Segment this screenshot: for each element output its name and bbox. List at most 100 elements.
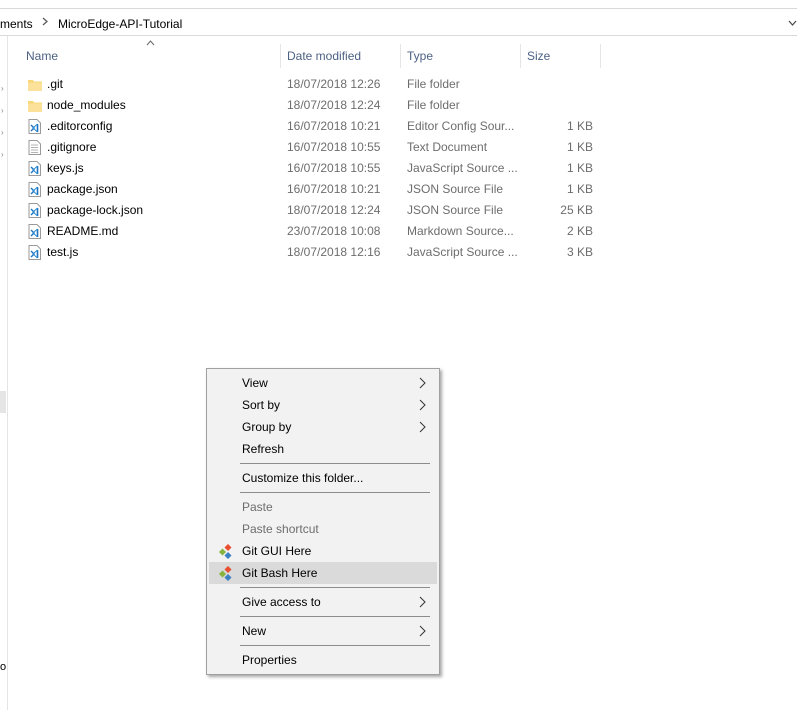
file-row[interactable]: test.js 18/07/2018 12:16 JavaScript Source… xyxy=(26,242,601,263)
menu-item-label: Sort by xyxy=(242,398,281,412)
address-bar[interactable]: ments MicroEdge-API-Tutorial xyxy=(0,14,797,36)
file-date-modified: 18/07/2018 12:16 xyxy=(287,245,381,259)
menu-item-new[interactable]: New xyxy=(209,620,437,642)
breadcrumb-current[interactable]: MicroEdge-API-Tutorial xyxy=(58,17,182,31)
menu-item-customize-folder[interactable]: Customize this folder... xyxy=(209,467,437,489)
submenu-chevron-icon xyxy=(417,394,429,416)
text-file-icon xyxy=(28,140,42,155)
vscode-file-icon xyxy=(28,119,42,134)
file-name: keys.js xyxy=(47,161,84,175)
git-logo-icon xyxy=(218,543,233,560)
submenu-chevron-icon xyxy=(417,416,429,438)
folder-icon xyxy=(28,77,42,92)
file-name: test.js xyxy=(47,245,79,259)
menu-item-view[interactable]: View xyxy=(209,372,437,394)
column-header-name[interactable]: Name xyxy=(20,44,280,68)
menu-item-paste[interactable]: Paste xyxy=(209,496,437,518)
expand-chevron-icon[interactable]: › xyxy=(1,107,5,115)
file-name: node_modules xyxy=(47,98,126,112)
file-type: Editor Config Sour... xyxy=(407,119,515,133)
column-header-date[interactable]: Date modified xyxy=(281,44,400,68)
ribbon-edge xyxy=(0,0,797,9)
file-name: .git xyxy=(47,77,64,91)
expand-chevron-icon[interactable]: › xyxy=(1,129,5,137)
menu-item-label: Paste shortcut xyxy=(242,522,319,536)
file-row[interactable]: node_modules 18/07/2018 12:24 File folder xyxy=(26,95,601,116)
menu-item-sort-by[interactable]: Sort by xyxy=(209,394,437,416)
navigation-pane[interactable]: › › › › o xyxy=(0,36,8,710)
submenu-chevron-icon xyxy=(417,620,429,642)
menu-separator xyxy=(240,645,430,646)
file-row[interactable]: .gitignore 16/07/2018 10:55 Text Document 1… xyxy=(26,137,601,158)
menu-separator xyxy=(240,492,430,493)
file-name: package.json xyxy=(47,182,118,196)
file-size: 1 KB xyxy=(566,182,593,196)
menu-item-label: Customize this folder... xyxy=(242,471,364,485)
file-type: JavaScript Source ... xyxy=(407,245,518,259)
vscode-file-icon xyxy=(28,182,42,197)
menu-item-refresh[interactable]: Refresh xyxy=(209,438,437,460)
file-row[interactable]: .git 18/07/2018 12:26 File folder xyxy=(26,74,601,95)
file-row[interactable]: keys.js 16/07/2018 10:55 JavaScript Source… xyxy=(26,158,601,179)
expand-chevron-icon[interactable]: › xyxy=(1,151,5,159)
menu-separator xyxy=(240,616,430,617)
vscode-file-icon xyxy=(28,224,42,239)
file-date-modified: 18/07/2018 12:24 xyxy=(287,203,381,217)
expand-chevron-icon[interactable]: › xyxy=(1,85,5,93)
file-type: Markdown Source... xyxy=(407,224,514,238)
file-row[interactable]: README.md 23/07/2018 10:08 Markdown Source… xyxy=(26,221,601,242)
nav-selected-item[interactable] xyxy=(0,391,6,413)
file-size: 3 KB xyxy=(566,245,593,259)
menu-item-properties[interactable]: Properties xyxy=(209,649,437,671)
menu-item-label: Group by xyxy=(242,420,292,434)
folder-icon xyxy=(28,98,42,113)
menu-item-label: New xyxy=(242,624,267,638)
file-name: .gitignore xyxy=(47,140,97,154)
file-size: 2 KB xyxy=(566,224,593,238)
file-row[interactable]: package.json 16/07/2018 10:21 JSON Source … xyxy=(26,179,601,200)
file-row[interactable]: .editorconfig 16/07/2018 10:21 Editor Conf… xyxy=(26,116,601,137)
menu-item-label: View xyxy=(242,376,268,390)
menu-item-label: Give access to xyxy=(242,595,321,609)
file-size: 25 KB xyxy=(560,203,593,217)
menu-item-label: Git GUI Here xyxy=(242,544,312,558)
menu-item-git-gui[interactable]: Git GUI Here xyxy=(209,540,437,562)
file-type: File folder xyxy=(407,98,460,112)
git-logo-icon xyxy=(218,565,233,582)
breadcrumb-parent[interactable]: ments xyxy=(0,17,33,31)
file-size: 1 KB xyxy=(566,140,593,154)
menu-item-group-by[interactable]: Group by xyxy=(209,416,437,438)
column-header-size[interactable]: Size xyxy=(521,44,600,68)
submenu-chevron-icon xyxy=(417,372,429,394)
column-header-type[interactable]: Type xyxy=(401,44,520,68)
file-type: JSON Source File xyxy=(407,203,504,217)
context-menu[interactable]: View Sort by Group by Refresh Customize … xyxy=(206,368,440,675)
menu-item-label: Git Bash Here xyxy=(242,566,318,580)
file-date-modified: 18/07/2018 12:24 xyxy=(287,98,381,112)
file-date-modified: 16/07/2018 10:21 xyxy=(287,119,381,133)
menu-item-label: Properties xyxy=(242,653,297,667)
menu-separator xyxy=(240,587,430,588)
file-name: .editorconfig xyxy=(47,119,113,133)
file-type: JavaScript Source ... xyxy=(407,161,518,175)
file-type: File folder xyxy=(407,77,460,91)
file-date-modified: 16/07/2018 10:55 xyxy=(287,140,381,154)
file-type: Text Document xyxy=(407,140,488,154)
file-row[interactable]: package-lock.json 18/07/2018 12:24 JSON So… xyxy=(26,200,601,221)
file-name: package-lock.json xyxy=(47,203,144,217)
menu-item-give-access[interactable]: Give access to xyxy=(209,591,437,613)
nav-item-partial-label[interactable]: o xyxy=(0,661,6,673)
menu-item-paste-shortcut[interactable]: Paste shortcut xyxy=(209,518,437,540)
menu-item-label: Refresh xyxy=(242,442,285,456)
file-date-modified: 16/07/2018 10:55 xyxy=(287,161,381,175)
file-date-modified: 16/07/2018 10:21 xyxy=(287,182,381,196)
breadcrumb-chevron-icon[interactable] xyxy=(42,17,48,29)
menu-item-git-bash[interactable]: Git Bash Here xyxy=(209,562,437,584)
vscode-file-icon xyxy=(28,203,42,218)
column-divider[interactable] xyxy=(600,44,601,68)
vscode-file-icon xyxy=(28,161,42,176)
file-date-modified: 18/07/2018 12:26 xyxy=(287,77,381,91)
submenu-chevron-icon xyxy=(417,591,429,613)
address-history-chevron-down-icon[interactable] xyxy=(788,17,797,29)
file-size: 1 KB xyxy=(566,161,593,175)
